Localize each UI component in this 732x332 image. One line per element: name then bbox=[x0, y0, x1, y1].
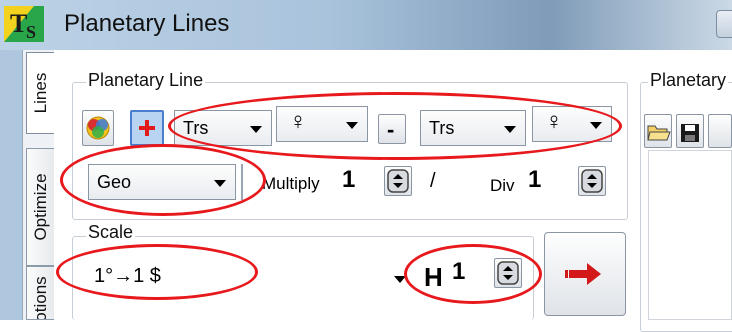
more-button[interactable] bbox=[708, 114, 732, 148]
left-mode-value: Trs bbox=[183, 118, 209, 138]
ts-logo-icon: T S bbox=[4, 6, 44, 42]
coordinate-system-select[interactable]: Geo bbox=[88, 164, 236, 200]
red-arrow-right-icon bbox=[565, 263, 601, 285]
svg-text:T: T bbox=[10, 9, 27, 38]
remove-line-button[interactable]: - bbox=[378, 114, 406, 144]
tab-optimize-label: Optimize bbox=[30, 173, 50, 241]
h-label: H bbox=[424, 262, 443, 292]
multiply-input[interactable]: 1 bbox=[342, 166, 355, 194]
div-spinner[interactable] bbox=[578, 166, 606, 196]
spinner-icon bbox=[387, 169, 409, 193]
chevron-down-icon bbox=[214, 180, 226, 187]
venus-symbol-icon: ♀ bbox=[545, 108, 563, 135]
h-spinner[interactable] bbox=[494, 258, 522, 288]
scale-select[interactable]: 1°→1 $ bbox=[86, 260, 414, 296]
chevron-down-icon bbox=[590, 122, 602, 129]
plus-icon bbox=[139, 120, 155, 136]
venus-symbol-icon: ♀ bbox=[289, 108, 307, 135]
minus-icon: - bbox=[387, 117, 395, 142]
chevron-down-icon bbox=[346, 122, 358, 129]
tab-options-label: otions bbox=[30, 276, 50, 320]
tab-lines-label: Lines bbox=[30, 72, 50, 114]
spinner-icon bbox=[497, 261, 519, 285]
add-line-button[interactable] bbox=[130, 110, 164, 146]
color-settings-button[interactable] bbox=[82, 110, 114, 146]
open-button[interactable] bbox=[644, 114, 672, 148]
right-mode-value: Trs bbox=[429, 118, 455, 138]
tab-optimize[interactable]: Optimize bbox=[26, 148, 54, 266]
multiply-label: Multiply bbox=[262, 174, 320, 193]
chevron-down-icon bbox=[250, 126, 262, 133]
window-title: Planetary Lines bbox=[64, 10, 230, 37]
spinner-icon bbox=[581, 169, 603, 193]
separator bbox=[241, 164, 243, 200]
right-planet-select[interactable]: ♀ bbox=[532, 106, 612, 142]
floppy-disk-icon bbox=[681, 124, 699, 142]
planetary-line-label: Planetary Line bbox=[86, 70, 206, 91]
tab-lines[interactable]: Lines bbox=[26, 52, 54, 134]
chevron-down-icon bbox=[504, 126, 516, 133]
chevron-down-icon bbox=[394, 276, 406, 283]
div-label: Div bbox=[490, 176, 515, 195]
tab-options[interactable]: otions bbox=[26, 266, 54, 320]
scale-label: Scale bbox=[86, 222, 136, 243]
divide-slash: / bbox=[430, 170, 436, 192]
multiply-spinner[interactable] bbox=[384, 166, 412, 196]
right-mode-select[interactable]: Trs bbox=[420, 110, 526, 146]
save-button[interactable] bbox=[676, 114, 704, 148]
left-mode-select[interactable]: Trs bbox=[174, 110, 272, 146]
svg-text:S: S bbox=[26, 22, 36, 42]
h-input[interactable]: 1 bbox=[452, 258, 465, 286]
left-planet-select[interactable]: ♀ bbox=[276, 106, 368, 142]
apply-button[interactable] bbox=[544, 232, 626, 316]
coordinate-system-value: Geo bbox=[97, 172, 132, 192]
color-wheel-icon bbox=[86, 116, 110, 140]
div-input[interactable]: 1 bbox=[528, 166, 541, 194]
window-frame bbox=[0, 50, 22, 320]
planetary-list[interactable] bbox=[648, 150, 732, 320]
folder-open-icon bbox=[647, 125, 671, 141]
maximize-button[interactable] bbox=[716, 10, 732, 38]
planetary-panel-label: Planetary bbox=[648, 70, 729, 91]
scale-value: 1°→1 $ bbox=[94, 265, 161, 287]
